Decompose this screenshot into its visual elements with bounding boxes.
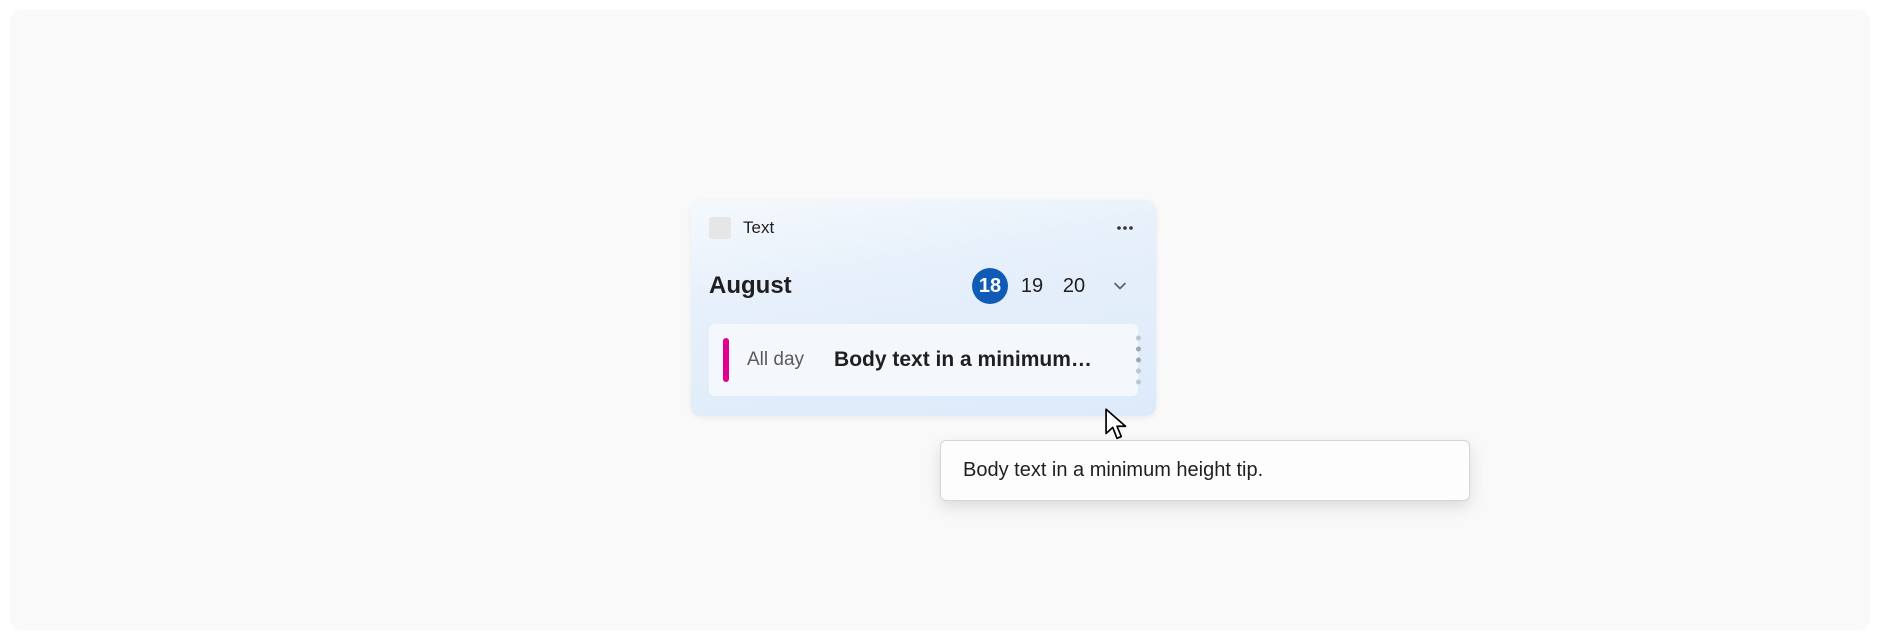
day-option[interactable]: 20: [1056, 268, 1092, 304]
ellipsis-icon: [1116, 225, 1134, 231]
more-button[interactable]: [1112, 215, 1138, 241]
widget-title: Text: [743, 218, 1112, 238]
canvas: Text August 18 19 20 All day: [10, 10, 1870, 630]
tooltip-text: Body text in a minimum height tip.: [963, 459, 1263, 481]
day-option[interactable]: 18: [972, 268, 1008, 304]
chevron-down-icon: [1112, 278, 1128, 294]
month-row: August 18 19 20: [709, 266, 1138, 306]
widget-header: Text: [709, 214, 1138, 242]
month-label: August: [709, 272, 966, 300]
event-body-text: Body text in a minimum…: [834, 348, 1124, 372]
event-time-label: All day: [747, 349, 804, 371]
expand-days-button[interactable]: [1102, 268, 1138, 304]
calendar-widget: Text August 18 19 20 All day: [691, 200, 1156, 416]
event-accent-bar: [723, 338, 729, 382]
tooltip: Body text in a minimum height tip.: [940, 440, 1470, 501]
scroll-grip-icon[interactable]: [1136, 336, 1141, 385]
day-option[interactable]: 19: [1014, 268, 1050, 304]
widget-app-icon: [709, 217, 731, 239]
event-item[interactable]: All day Body text in a minimum…: [709, 324, 1138, 396]
